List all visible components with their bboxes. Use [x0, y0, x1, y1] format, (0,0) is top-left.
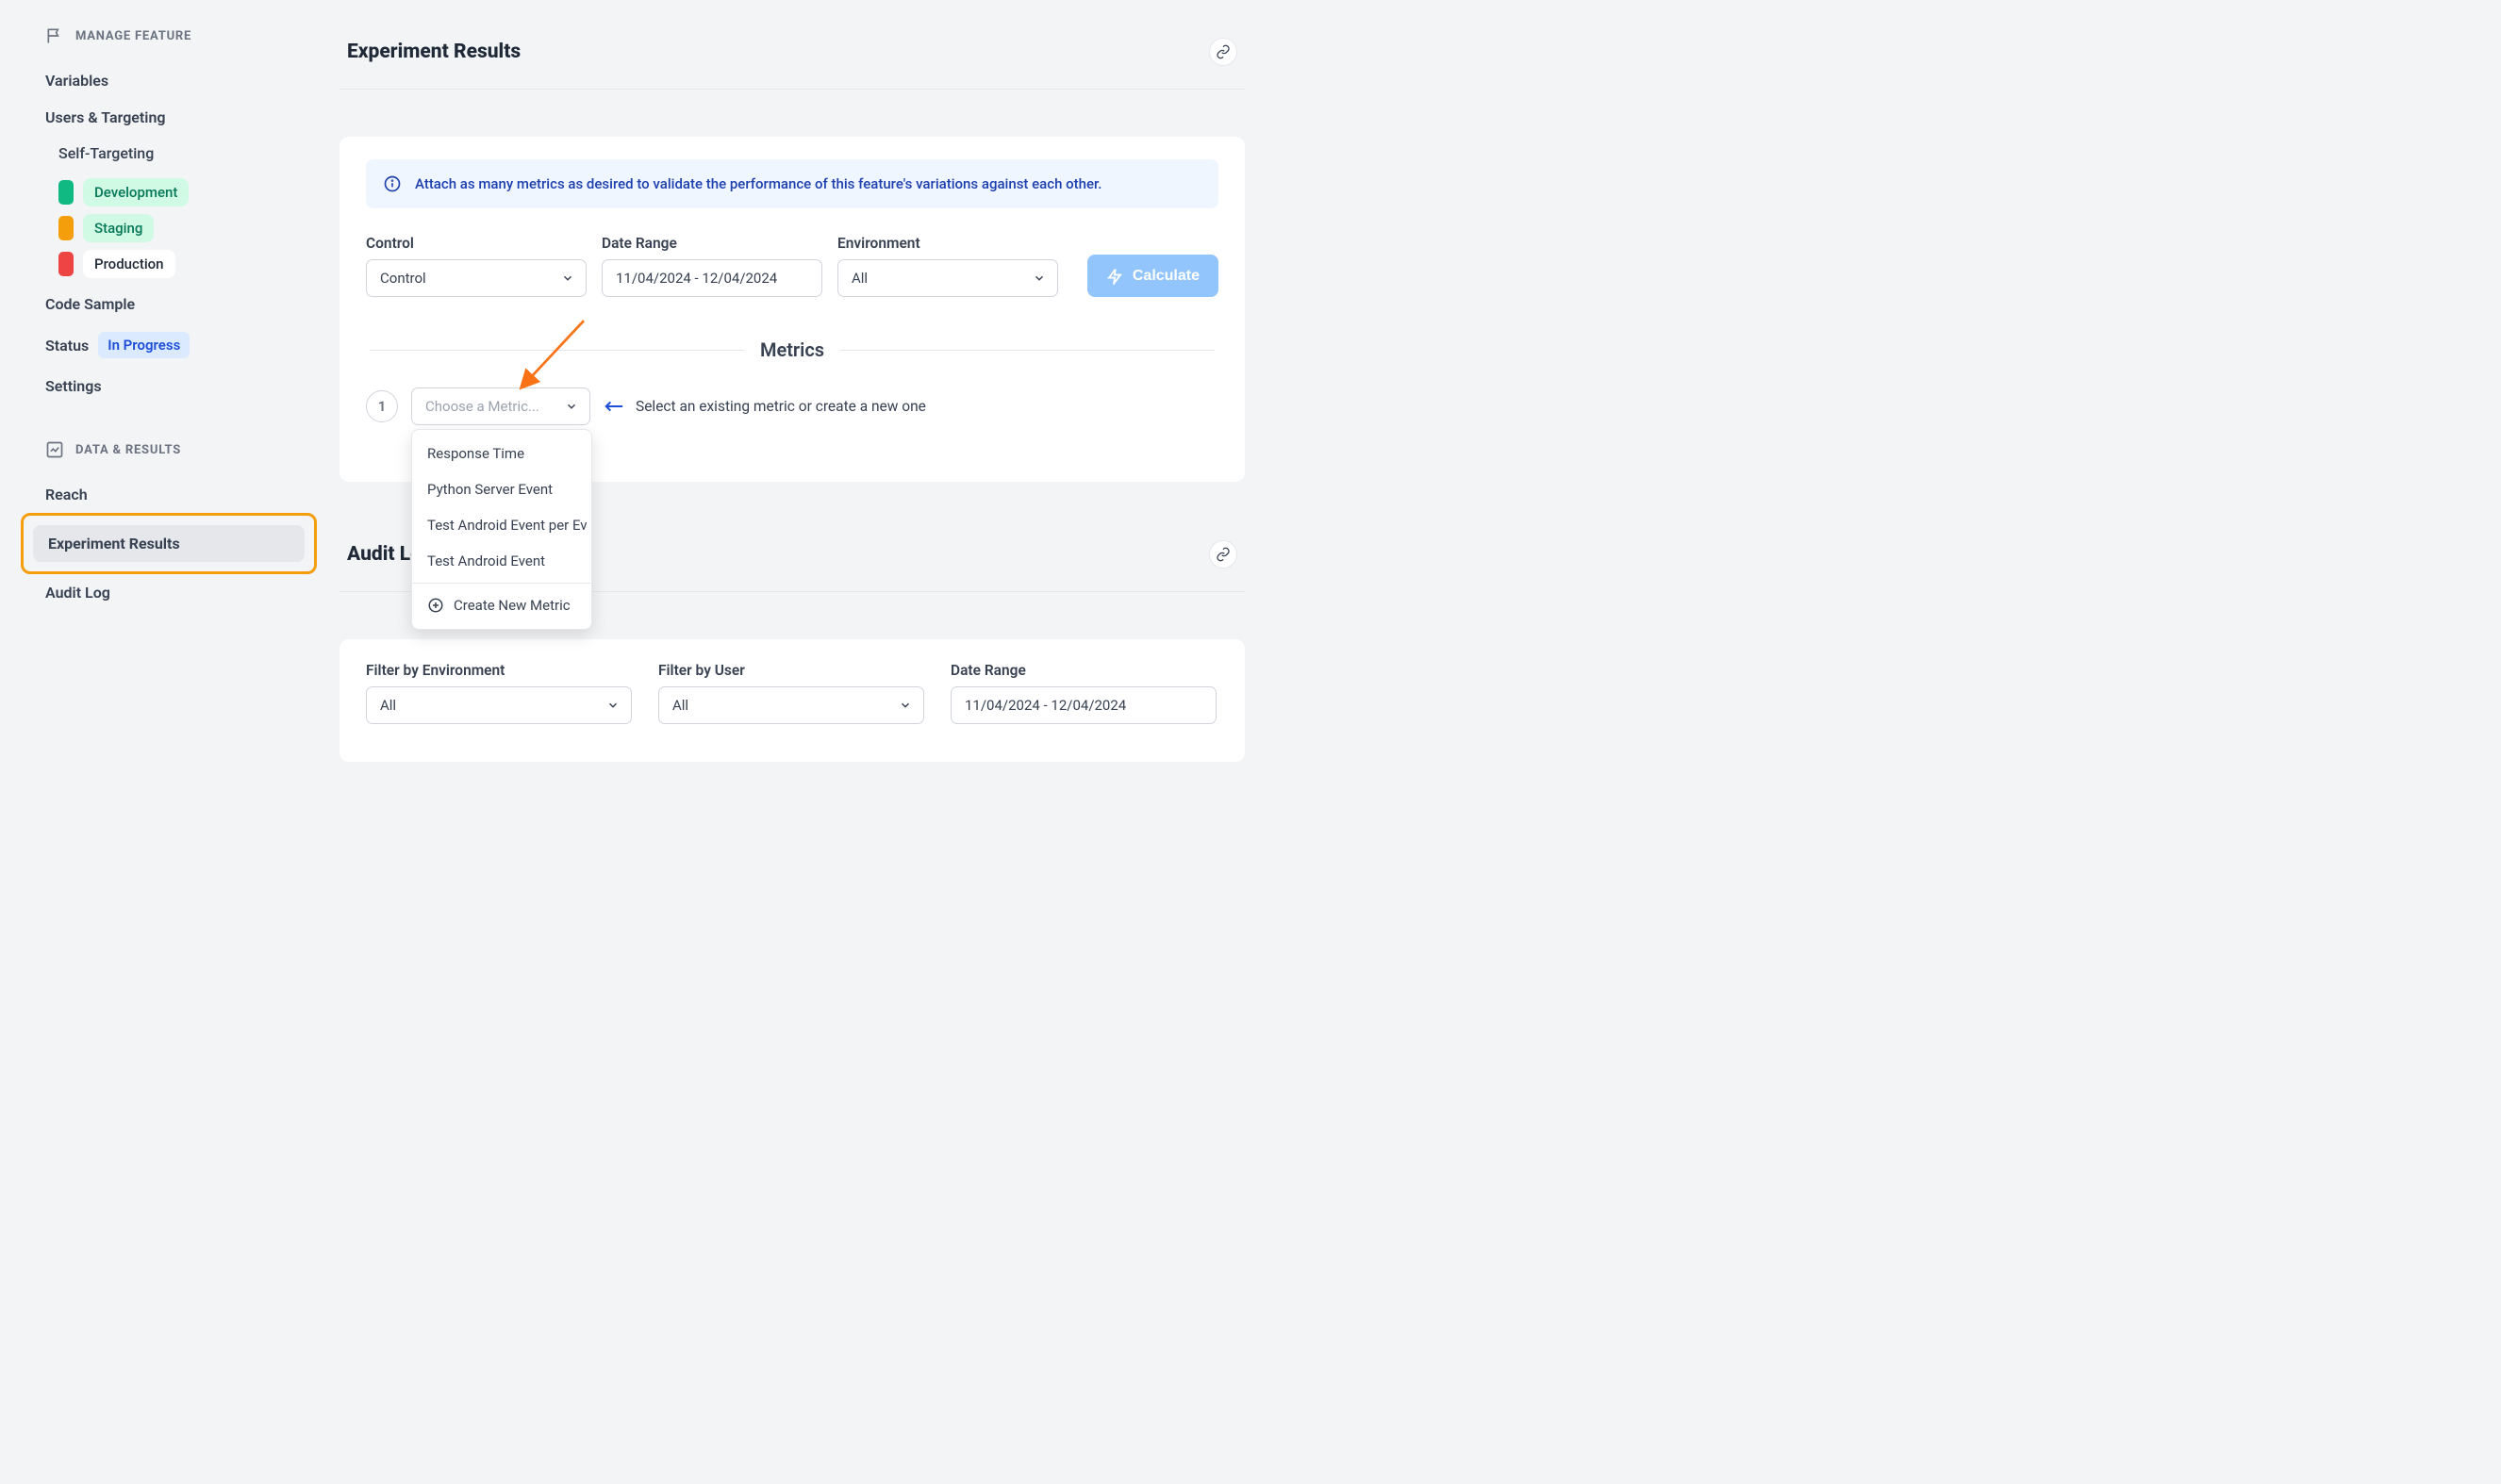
control-label: Control: [366, 235, 587, 252]
environment-select[interactable]: All: [837, 259, 1058, 297]
nav-users-targeting[interactable]: Users & Targeting: [45, 99, 311, 136]
environment-label: Environment: [837, 235, 1058, 252]
filter-env-select[interactable]: All: [366, 686, 632, 724]
bolt-icon: [1106, 268, 1123, 285]
page-title: Experiment Results: [347, 41, 521, 63]
section-header-experiment-results: Experiment Results: [340, 26, 1245, 90]
plus-circle-icon: [427, 597, 444, 614]
nav-experiment-results-label: Experiment Results: [33, 525, 305, 562]
info-banner: Attach as many metrics as desired to val…: [366, 159, 1218, 208]
nav-code-sample[interactable]: Code Sample: [45, 286, 311, 322]
nav-self-targeting[interactable]: Self-Targeting: [58, 136, 311, 171]
chart-icon: [45, 440, 64, 459]
env-color-production: [58, 252, 74, 276]
metrics-divider: Metrics: [370, 338, 1215, 361]
audit-date-value: 11/04/2024 - 12/04/2024: [965, 697, 1126, 714]
chevron-down-icon: [565, 400, 578, 413]
create-new-metric[interactable]: Create New Metric: [412, 587, 591, 623]
metric-index: 1: [378, 398, 387, 415]
section-label: DATA & RESULTS: [75, 443, 181, 457]
dropdown-separator: [412, 583, 591, 584]
arrow-left-icon: [604, 399, 624, 414]
filter-user-value: All: [672, 697, 688, 714]
metric-select[interactable]: Choose a Metric...: [411, 387, 590, 425]
section-manage-feature: MANAGE FEATURE: [45, 26, 311, 45]
control-value: Control: [380, 270, 426, 287]
filters-row: Control Control Date Range 11/04/2024 - …: [366, 235, 1218, 297]
metric-option-response-time[interactable]: Response Time: [412, 436, 591, 471]
env-label-production: Production: [83, 250, 175, 278]
section-label: MANAGE FEATURE: [75, 29, 191, 43]
experiment-results-panel: Attach as many metrics as desired to val…: [340, 137, 1245, 482]
status-label: Status: [45, 337, 89, 355]
metric-dropdown: Response Time Python Server Event Test A…: [411, 429, 592, 630]
metric-placeholder: Choose a Metric...: [425, 398, 539, 415]
info-text: Attach as many metrics as desired to val…: [415, 175, 1101, 192]
divider-line: [370, 350, 745, 351]
flag-icon: [45, 26, 64, 45]
audit-filters-row: Filter by Environment All Filter by User…: [366, 662, 1218, 724]
section-data-results: DATA & RESULTS: [45, 440, 311, 459]
audit-log-panel: Filter by Environment All Filter by User…: [340, 639, 1245, 762]
control-select[interactable]: Control: [366, 259, 587, 297]
metric-hint: Select an existing metric or create a ne…: [604, 398, 926, 415]
calculate-label: Calculate: [1133, 268, 1200, 285]
nav-reach[interactable]: Reach: [45, 476, 311, 513]
environment-value: All: [852, 270, 868, 287]
env-label-development: Development: [83, 178, 189, 206]
env-label-staging: Staging: [83, 214, 154, 242]
nav-variables[interactable]: Variables: [45, 62, 311, 99]
metric-option-test-android-event-per-ev[interactable]: Test Android Event per Ev: [412, 507, 591, 543]
metric-row-1: 1 Choose a Metric... Select an existing …: [366, 387, 1218, 425]
audit-date-select[interactable]: 11/04/2024 - 12/04/2024: [951, 686, 1217, 724]
sidebar: MANAGE FEATURE Variables Users & Targeti…: [0, 0, 330, 1484]
env-color-staging: [58, 216, 74, 240]
nav-audit-log[interactable]: Audit Log: [45, 574, 311, 611]
chevron-down-icon: [606, 699, 620, 712]
hint-text: Select an existing metric or create a ne…: [636, 398, 926, 415]
env-staging[interactable]: Staging: [58, 214, 311, 242]
env-color-development: [58, 180, 74, 205]
env-production[interactable]: Production: [58, 250, 311, 278]
metric-index-badge: 1: [366, 390, 398, 422]
chevron-down-icon: [899, 699, 912, 712]
calculate-button[interactable]: Calculate: [1087, 255, 1218, 297]
filter-user-select[interactable]: All: [658, 686, 924, 724]
env-development[interactable]: Development: [58, 178, 311, 206]
date-range-select[interactable]: 11/04/2024 - 12/04/2024: [602, 259, 822, 297]
copy-link-button[interactable]: [1209, 540, 1237, 569]
main: Experiment Results Attach as many metric…: [330, 0, 1273, 1484]
date-range-label: Date Range: [602, 235, 822, 252]
audit-date-label: Date Range: [951, 662, 1217, 679]
create-new-metric-label: Create New Metric: [454, 597, 571, 614]
nav-experiment-results[interactable]: Experiment Results: [21, 513, 317, 574]
metrics-heading: Metrics: [760, 338, 824, 361]
chevron-down-icon: [1033, 272, 1046, 285]
chevron-down-icon: [561, 272, 574, 285]
metric-option-python-server-event[interactable]: Python Server Event: [412, 471, 591, 507]
link-icon: [1216, 547, 1231, 562]
link-icon: [1216, 44, 1231, 59]
filter-user-label: Filter by User: [658, 662, 924, 679]
filter-env-label: Filter by Environment: [366, 662, 632, 679]
info-icon: [383, 174, 402, 193]
copy-link-button[interactable]: [1209, 38, 1237, 66]
status-badge: In Progress: [98, 332, 190, 358]
nav-settings[interactable]: Settings: [45, 368, 311, 404]
nav-status[interactable]: Status In Progress: [45, 322, 311, 368]
date-range-value: 11/04/2024 - 12/04/2024: [616, 270, 777, 287]
divider-line: [839, 350, 1215, 351]
filter-env-value: All: [380, 697, 396, 714]
metric-option-test-android-event[interactable]: Test Android Event: [412, 543, 591, 579]
